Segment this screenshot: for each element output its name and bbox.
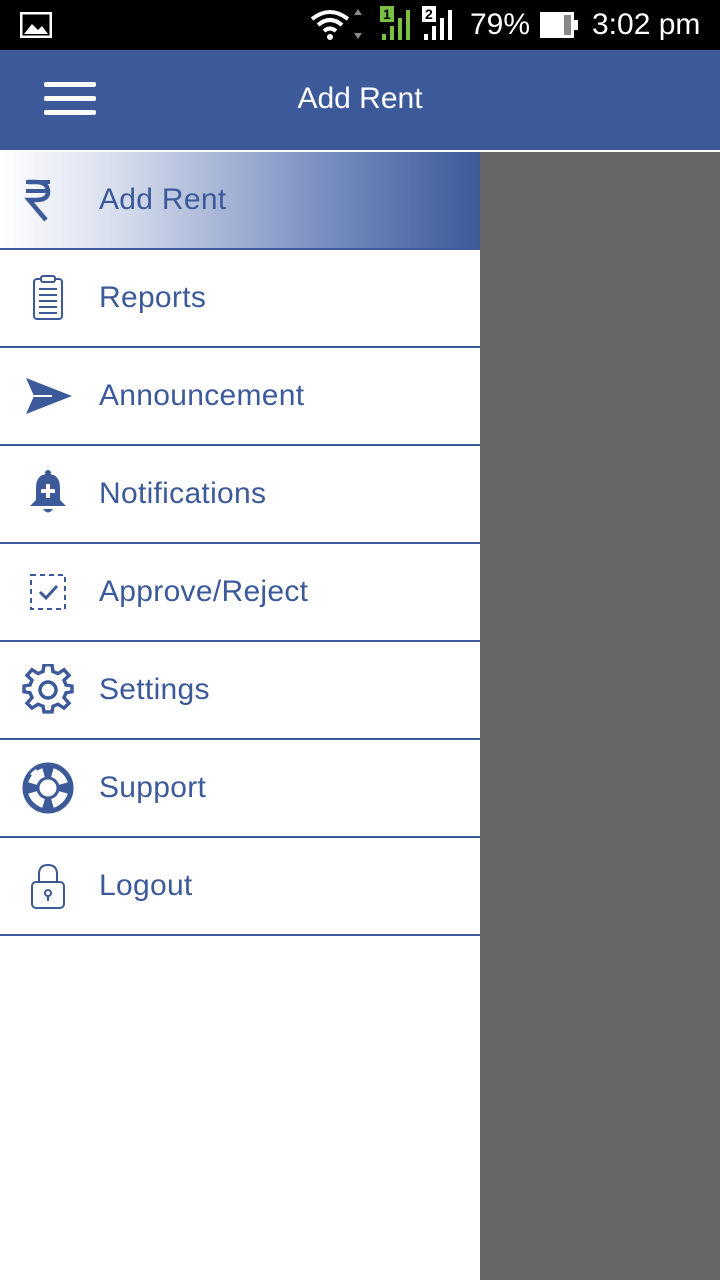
svg-text:1: 1 (383, 6, 391, 22)
app-bar: Add Rent (0, 50, 720, 150)
nav-item-add-rent[interactable]: Add Rent (0, 152, 480, 250)
nav-item-label: Logout (99, 869, 193, 902)
nav-item-label: Support (99, 771, 207, 804)
rupee-icon (24, 179, 51, 222)
status-bar: 1 2 79% 3:02 pm (0, 0, 720, 50)
svg-text:2: 2 (425, 6, 433, 22)
lifebuoy-icon (22, 762, 74, 814)
page-title: Add Rent (297, 82, 423, 115)
navigation-drawer: Add Rent Reports Announcement Notificati… (0, 152, 480, 1280)
sim1-signal-icon: 1 (380, 6, 410, 40)
nav-item-announcement[interactable]: Announcement (0, 348, 480, 446)
bell-icon (30, 470, 66, 513)
nav-item-label: Announcement (99, 379, 305, 412)
sim2-signal-icon: 2 (422, 6, 452, 40)
nav-item-label: Approve/Reject (99, 575, 309, 608)
clock: 3:02 pm (592, 8, 701, 41)
lock-icon (31, 863, 65, 909)
nav-item-settings[interactable]: Settings (0, 642, 480, 740)
wifi-icon (310, 9, 362, 40)
battery-percentage: 79% (470, 8, 531, 41)
drawer-scrim[interactable] (480, 152, 720, 1280)
nav-item-approve-reject[interactable]: Approve/Reject (0, 544, 480, 642)
nav-item-label: Settings (99, 673, 210, 706)
nav-item-label: Add Rent (99, 183, 227, 216)
battery-icon (540, 12, 578, 38)
checkbox-icon (30, 574, 66, 610)
nav-item-reports[interactable]: Reports (0, 250, 480, 348)
clipboard-icon (33, 275, 63, 320)
nav-item-label: Notifications (99, 477, 267, 510)
nav-item-support[interactable]: Support (0, 740, 480, 838)
nav-item-logout[interactable]: Logout (0, 838, 480, 936)
send-icon (26, 378, 72, 414)
nav-item-label: Reports (99, 281, 207, 314)
nav-item-notifications[interactable]: Notifications (0, 446, 480, 544)
gear-icon (22, 664, 74, 714)
gallery-notification-icon (20, 12, 52, 38)
